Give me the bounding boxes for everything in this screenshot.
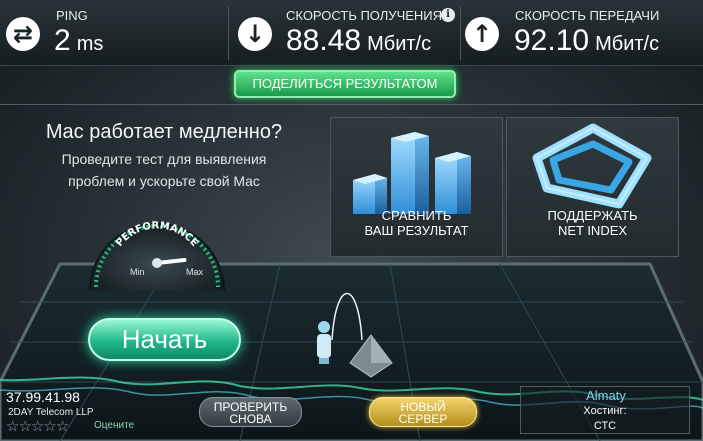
download-value: 88.48 Мбит/с [286, 24, 432, 57]
upload-label: СКОРОСТЬ ПЕРЕДАЧИ [515, 8, 660, 23]
promo-line-1: Проведите тест для выявления [61, 151, 267, 167]
ping-value: 2 ms [54, 24, 104, 57]
download-label: СКОРОСТЬ ПОЛУЧЕНИЯ [286, 8, 443, 23]
client-ip: 37.99.41.98 [6, 389, 80, 405]
compare-caption-line-2: ВАШ РЕЗУЛЬТАТ [364, 223, 469, 238]
support-caption: ПОДДЕРЖАТЬ NET INDEX [507, 208, 678, 238]
ping-unit: ms [76, 33, 104, 55]
host-label: Хостинг: [583, 405, 627, 417]
compare-caption: СРАВНИТЬ ВАШ РЕЗУЛЬТАТ [331, 208, 502, 238]
promo-text[interactable]: Проведите тест для выявления проблем и у… [0, 148, 328, 192]
star-icon[interactable]: ☆ [56, 417, 69, 435]
results-bar: ⇄ PING 2 ms ↓ СКОРОСТЬ ПОЛУЧЕНИЯ i 88.48 М… [0, 0, 703, 66]
download-stat: ↓ СКОРОСТЬ ПОЛУЧЕНИЯ i 88.48 Мбит/с [230, 0, 460, 66]
rate-label[interactable]: Оцените [94, 420, 134, 431]
host-city: Almaty [586, 388, 626, 403]
share-result-button[interactable]: ПОДЕЛИТЬСЯ РЕЗУЛЬТАТОМ [234, 70, 456, 98]
new-server-label-2: СЕРВЕР [398, 412, 448, 426]
host-name: СТС [593, 420, 617, 432]
speedtest-app: ⇄ PING 2 ms ↓ СКОРОСТЬ ПОЛУЧЕНИЯ i 88.48 М… [0, 0, 703, 441]
rating-stars[interactable]: ☆☆☆☆☆ [6, 417, 69, 435]
info-icon[interactable]: i [441, 8, 455, 22]
star-icon[interactable]: ☆ [18, 417, 31, 435]
download-unit: Мбит/с [367, 33, 432, 55]
compare-caption-line-1: СРАВНИТЬ [381, 208, 452, 223]
promo-title[interactable]: Mac работает медленно? [0, 121, 328, 144]
promo-line-2: проблем и ускорьте свой Mac [68, 173, 260, 189]
divider [228, 6, 229, 60]
separator-line [0, 104, 703, 105]
star-icon[interactable]: ☆ [43, 417, 56, 435]
star-icon[interactable]: ☆ [6, 417, 19, 435]
server-pyramid-icon [349, 334, 393, 378]
upload-value: 92.10 Мбит/с [514, 24, 660, 57]
support-net-index-tile[interactable]: ПОДДЕРЖАТЬ NET INDEX [506, 117, 679, 257]
net-index-icon [532, 123, 652, 209]
user-figure-icon [317, 321, 331, 364]
support-caption-line-2: NET INDEX [557, 223, 628, 238]
ping-label: PING [56, 8, 88, 23]
upload-stat: ↑ СКОРОСТЬ ПЕРЕДАЧИ 92.10 Мбит/с [462, 0, 703, 66]
retest-button[interactable]: ПРОВЕРИТЬ СНОВА [199, 397, 302, 427]
ping-stat: ⇄ PING 2 ms [0, 0, 228, 66]
arrow-down-icon: ↓ [238, 17, 272, 51]
start-button[interactable]: Начать [88, 318, 241, 361]
exchange-arrows-icon: ⇄ [6, 17, 40, 51]
performance-gauge: PERFORMANCE Min Max [89, 220, 225, 292]
divider [460, 6, 461, 60]
bar-chart-icon [353, 132, 471, 214]
upload-unit: Мбит/с [595, 33, 660, 55]
gauge-max-label: Max [186, 267, 204, 277]
star-icon[interactable]: ☆ [31, 417, 44, 435]
arrow-up-icon: ↑ [465, 17, 499, 51]
retest-label-2: СНОВА [229, 412, 272, 426]
new-server-button[interactable]: НОВЫЙ СЕРВЕР [369, 397, 477, 427]
compare-results-tile[interactable]: СРАВНИТЬ ВАШ РЕЗУЛЬТАТ [330, 117, 503, 257]
gauge-hub [152, 258, 162, 268]
gauge-min-label: Min [130, 267, 145, 277]
support-caption-line-1: ПОДДЕРЖАТЬ [547, 208, 638, 223]
